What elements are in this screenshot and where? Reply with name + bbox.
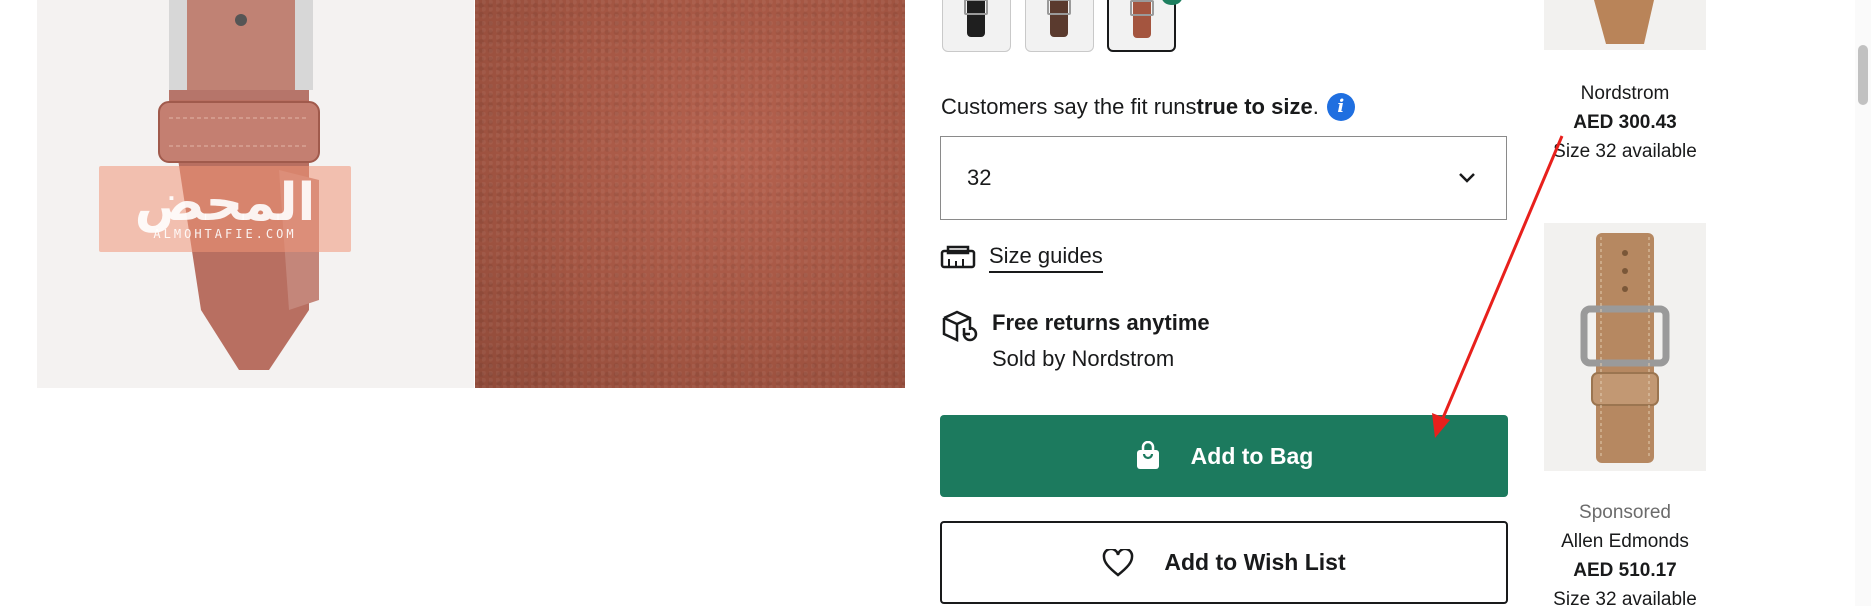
fit-value: true to size (1196, 94, 1313, 119)
recommendation-image-2[interactable] (1544, 223, 1706, 471)
swatch-dark-brown[interactable] (1025, 0, 1094, 52)
size-select[interactable]: 32 (940, 136, 1507, 220)
chevron-down-icon (1459, 173, 1475, 183)
add-to-bag-label: Add to Bag (1190, 442, 1314, 469)
return-box-icon (942, 310, 978, 342)
recommendation-price: AED 300.43 (1573, 112, 1677, 133)
fit-summary: Customers say the fit runs true to size … (941, 92, 1355, 122)
size-guides-link[interactable]: Size guides (989, 243, 1103, 273)
recommendation-brand: Nordstrom (1580, 83, 1670, 104)
recommendation-card-1[interactable]: Nordstrom AED 300.43 Size 32 available (1524, 79, 1726, 166)
recommendation-card-2[interactable]: Sponsored Allen Edmonds AED 510.17 Size … (1524, 498, 1726, 606)
sponsored-label: Sponsored (1579, 502, 1671, 523)
product-image-belt[interactable]: المحض ALMOHTAFIE.COM (37, 0, 474, 388)
recommendation-brand: Allen Edmonds (1561, 531, 1689, 552)
heart-icon (1102, 548, 1134, 577)
recommendation-availability: Size 32 available (1553, 141, 1697, 162)
swatch-black[interactable] (942, 0, 1011, 52)
fit-prefix: Customers say the fit runs (941, 94, 1197, 119)
fit-suffix: . (1312, 94, 1319, 119)
size-guides-row: Size guides (940, 243, 1103, 273)
product-page: المحض ALMOHTAFIE.COM Customers say the f… (0, 0, 1871, 606)
recommendation-price: AED 510.17 (1573, 560, 1677, 581)
watermark-logo: المحض ALMOHTAFIE.COM (99, 166, 351, 252)
add-to-wish-list-button[interactable]: Add to Wish List (940, 521, 1508, 604)
recommendation-availability: Size 32 available (1553, 589, 1697, 606)
watermark-url: ALMOHTAFIE.COM (153, 227, 297, 241)
size-selected-value: 32 (967, 165, 992, 190)
info-icon[interactable]: i (1326, 93, 1355, 121)
recommendation-image-1[interactable] (1544, 0, 1706, 50)
shopping-bag-icon (1135, 441, 1161, 471)
add-to-wish-list-label: Add to Wish List (1164, 549, 1346, 575)
returns-title: Free returns anytime (992, 310, 1210, 335)
product-image-texture[interactable] (475, 0, 905, 388)
scrollbar-thumb[interactable] (1858, 45, 1868, 105)
swatch-cognac[interactable] (1107, 0, 1176, 52)
sold-by-text: Sold by Nordstrom (992, 346, 1175, 371)
watermark-text: المحض (134, 173, 316, 233)
returns-info: Free returns anytime Sold by Nordstrom (940, 308, 1210, 374)
add-to-bag-button[interactable]: Add to Bag (940, 415, 1508, 497)
ruler-icon (940, 245, 976, 269)
